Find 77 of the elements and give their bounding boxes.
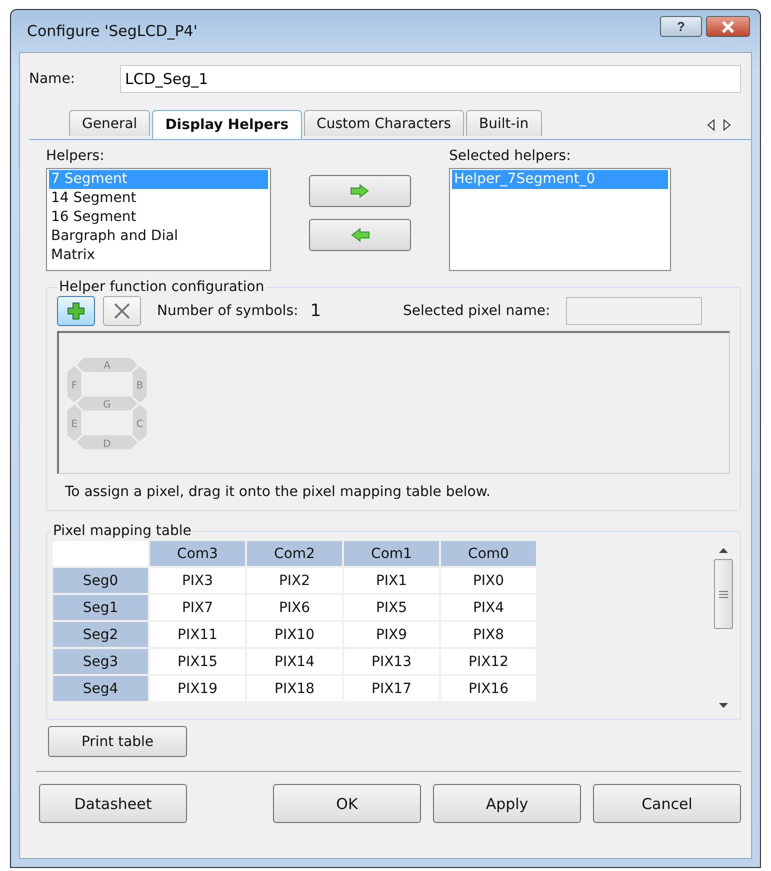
- scroll-up-icon[interactable]: [718, 547, 728, 553]
- column-header: Com3: [150, 541, 245, 566]
- symbols-label: Number of symbols:: [157, 303, 298, 319]
- table-cell: PIX2: [247, 568, 342, 593]
- table-cell: PIX11: [150, 622, 245, 647]
- segment-label: F: [71, 380, 78, 392]
- hint-text: To assign a pixel, drag it onto the pixel mapping table below.: [65, 484, 492, 500]
- delete-button[interactable]: [103, 296, 141, 326]
- add-helper-button[interactable]: [309, 175, 411, 207]
- close-button[interactable]: [706, 16, 750, 37]
- row-header: Seg3: [53, 649, 148, 674]
- tab[interactable]: Built-in: [466, 110, 542, 136]
- left-arrow-icon: [350, 228, 370, 242]
- row-header: Seg0: [53, 568, 148, 593]
- cancel-button[interactable]: Cancel: [593, 784, 741, 823]
- scroll-left-icon[interactable]: [707, 119, 715, 131]
- segment-label: C: [136, 419, 144, 430]
- table-cell: PIX8: [441, 622, 536, 647]
- table-cell: PIX13: [344, 649, 439, 674]
- table-cell: PIX1: [344, 568, 439, 593]
- table-cell: PIX14: [247, 649, 342, 674]
- datasheet-button[interactable]: Datasheet: [39, 784, 187, 823]
- segment-label: D: [103, 438, 111, 450]
- right-arrow-icon: [350, 184, 370, 198]
- symbols-value: 1: [310, 301, 322, 321]
- list-item[interactable]: 14 Segment: [49, 189, 268, 208]
- row-header: Seg1: [53, 595, 148, 620]
- table-cell: PIX15: [150, 649, 245, 674]
- column-header: Com2: [247, 541, 342, 566]
- selected-helpers-label: Selected helpers:: [449, 148, 572, 164]
- table-cell: PIX6: [247, 595, 342, 620]
- table-cell: PIX10: [247, 622, 342, 647]
- scroll-down-icon[interactable]: [718, 703, 728, 709]
- segment-label: E: [71, 419, 78, 430]
- tab[interactable]: Custom Characters: [304, 110, 464, 136]
- tab[interactable]: Display Helpers: [152, 110, 302, 139]
- list-item[interactable]: 16 Segment: [49, 208, 268, 227]
- group-title: Helper function configuration: [58, 279, 266, 295]
- table-cell: PIX7: [150, 595, 245, 620]
- table-cell: PIX3: [150, 568, 245, 593]
- column-header: Com1: [344, 541, 439, 566]
- window-title: Configure 'SegLCD_P4': [27, 22, 198, 40]
- group-title: Pixel mapping table: [52, 523, 192, 539]
- row-header: Seg4: [53, 676, 148, 701]
- list-item[interactable]: Matrix: [49, 246, 268, 265]
- table-cell: PIX4: [441, 595, 536, 620]
- pixel-name-label: Selected pixel name:: [403, 303, 550, 319]
- scroll-right-icon[interactable]: [723, 119, 731, 131]
- print-table-button[interactable]: Print table: [48, 726, 187, 757]
- grip-icon: [718, 590, 728, 598]
- help-button[interactable]: ?: [660, 16, 702, 37]
- remove-helper-button[interactable]: [309, 219, 411, 251]
- pixel-name-field[interactable]: [566, 297, 702, 325]
- table-cell: PIX19: [150, 676, 245, 701]
- table-cell: PIX9: [344, 622, 439, 647]
- table-cell: PIX0: [441, 568, 536, 593]
- name-label: Name:: [29, 71, 76, 87]
- apply-button[interactable]: Apply: [433, 784, 581, 823]
- segment-label: A: [104, 360, 110, 372]
- plus-icon: [66, 301, 86, 321]
- table-cell: PIX12: [441, 649, 536, 674]
- table-cell: PIX17: [344, 676, 439, 701]
- row-header: Seg2: [53, 622, 148, 647]
- tab[interactable]: General: [69, 110, 150, 136]
- table-cell: PIX16: [441, 676, 536, 701]
- column-header: Com0: [441, 541, 536, 566]
- x-icon: [113, 302, 131, 320]
- table-cell: PIX18: [247, 676, 342, 701]
- add-button[interactable]: [57, 296, 95, 326]
- helpers-label: Helpers:: [46, 148, 106, 164]
- ok-button[interactable]: OK: [273, 784, 421, 823]
- name-field[interactable]: LCD_Seg_1: [120, 65, 741, 93]
- list-item[interactable]: Bargraph and Dial: [49, 227, 268, 246]
- segment-label: B: [136, 380, 144, 392]
- table-cell: PIX5: [344, 595, 439, 620]
- close-icon: [720, 20, 736, 32]
- segment-label: G: [103, 400, 111, 411]
